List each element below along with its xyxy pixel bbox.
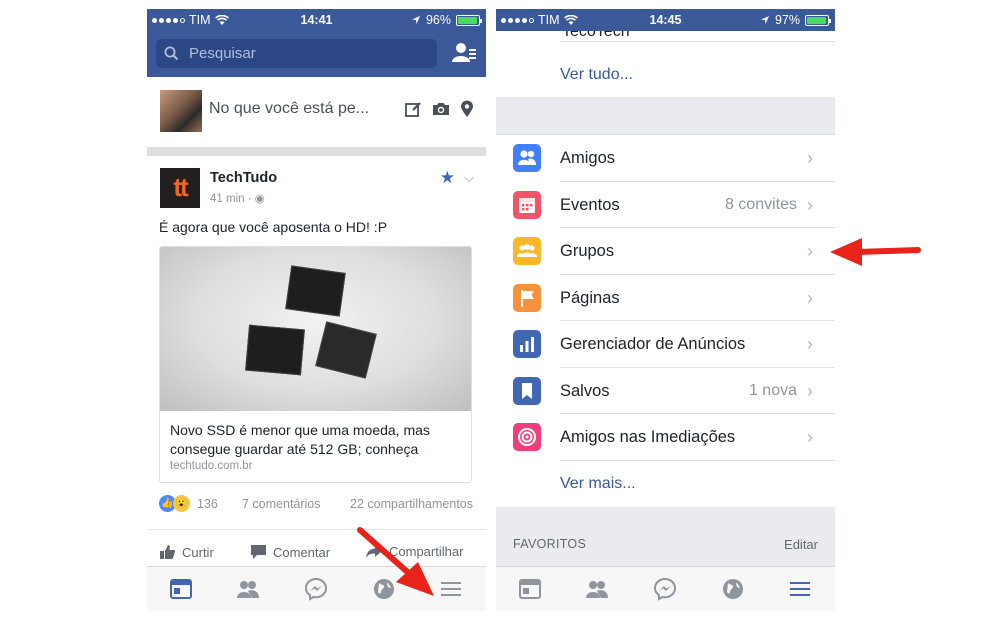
battery-icon — [456, 14, 482, 26]
menu-item-label: Páginas — [560, 288, 620, 307]
chevron-right-icon: › — [807, 287, 813, 308]
link-preview-image — [160, 247, 471, 411]
location-arrow-icon — [760, 16, 769, 24]
bar-chart-icon — [513, 330, 541, 358]
menu-item-amigos[interactable]: Amigos › — [496, 135, 835, 182]
comment-button[interactable]: Comentar — [250, 544, 330, 560]
nearby-icon — [513, 423, 541, 451]
comment-icon — [251, 545, 266, 559]
globe-small-icon: ◉ — [254, 193, 265, 205]
globe-notifications-tab-icon[interactable] — [721, 577, 745, 601]
friend-requests-icon[interactable] — [451, 40, 477, 66]
post-time: 41 min · ◉ — [210, 191, 265, 205]
menu-screen: TecoTech Ver tudo... TIM 14:45 97% Amigo — [496, 9, 835, 611]
link-preview-card[interactable]: Novo SSD é menor que uma moeda, mas cons… — [159, 246, 472, 483]
menu-tab-icon[interactable] — [788, 577, 812, 601]
post-time-text: 41 min · — [210, 193, 255, 205]
menu-item-label: Salvos — [560, 381, 610, 400]
groups-icon — [513, 237, 541, 265]
star-icon[interactable]: ★ — [440, 168, 455, 188]
calendar-icon — [513, 190, 541, 219]
edit-icon[interactable] — [405, 101, 422, 118]
like-label: Curtir — [182, 544, 214, 560]
menu-item-eventos[interactable]: Eventos 8 convites › — [496, 182, 835, 228]
menu-item-salvos[interactable]: Salvos 1 nova › — [496, 368, 835, 414]
battery-icon — [805, 14, 831, 26]
section-gap — [496, 97, 835, 135]
shortcuts-section: TecoTech Ver tudo... — [496, 23, 835, 97]
chevron-right-icon: › — [807, 194, 813, 215]
separator — [560, 41, 835, 42]
friends-tab-icon[interactable] — [585, 577, 609, 601]
page-logo[interactable]: tt — [160, 168, 200, 208]
composer-prompt: No que você está pe... — [209, 100, 370, 117]
messenger-tab-icon[interactable] — [653, 577, 677, 601]
menu-item-label: Amigos — [560, 149, 616, 167]
post-author[interactable]: TechTudo — [210, 170, 277, 186]
wow-reaction-icon: 😮 — [173, 495, 190, 512]
thumbs-up-icon — [160, 545, 176, 559]
menu-item-p-ginas[interactable]: Páginas › — [496, 275, 835, 321]
feed-divider — [147, 147, 486, 156]
reaction-count: 136 — [197, 497, 218, 511]
stage: TIM 14:41 96% Pesquisar No que você está… — [0, 0, 984, 622]
menu-item-label: Gerenciador de Anúncios — [560, 335, 746, 353]
status-composer[interactable]: No que você está pe... — [147, 77, 486, 147]
reactions-bar[interactable]: 👍 😮 136 7 comentários 22 compartilhament… — [159, 495, 474, 515]
search-input[interactable]: Pesquisar — [156, 39, 437, 68]
chevron-right-icon: › — [807, 148, 813, 168]
news-feed-tab-icon[interactable] — [518, 577, 542, 601]
chevron-right-icon: › — [807, 334, 813, 354]
menu-item-amigos-nas-imedia-es[interactable]: Amigos nas Imediações › — [496, 414, 835, 461]
top-bar: Pesquisar — [147, 31, 486, 77]
friends-icon — [513, 144, 541, 172]
news-feed-screen: TIM 14:41 96% Pesquisar No que você está… — [147, 9, 486, 611]
menu-item-gerenciador-de-an-ncios[interactable]: Gerenciador de Anúncios › — [496, 321, 835, 368]
battery-percent: 96% — [425, 13, 451, 27]
menu-item-count: 8 convites — [724, 195, 797, 213]
menu-item-label: Grupos — [560, 242, 615, 260]
location-pin-icon[interactable] — [460, 100, 474, 118]
friends-tab-icon[interactable] — [236, 577, 260, 601]
post-text: É agora que você aposenta o HD! :P — [159, 219, 388, 235]
comment-count[interactable]: 7 comentários — [242, 497, 321, 511]
chevron-right-icon: › — [807, 380, 813, 401]
see-more-link[interactable]: Ver mais... — [496, 461, 835, 507]
menu-item-label: Eventos — [560, 195, 620, 214]
favorites-title: FAVORITOS — [513, 537, 587, 551]
link-domain: techtudo.com.br — [170, 460, 253, 472]
search-icon — [164, 46, 179, 61]
bookmark-icon — [513, 376, 541, 405]
menu-item-label: Amigos nas Imediações — [560, 428, 736, 446]
red-arrow-down-icon — [357, 527, 434, 596]
messenger-tab-icon[interactable] — [304, 577, 328, 601]
chevron-right-icon: › — [807, 427, 813, 447]
menu-item-grupos[interactable]: Grupos › — [496, 228, 835, 275]
link-title: Novo SSD é menor que uma moeda, mas cons… — [170, 422, 430, 457]
like-button[interactable]: Curtir — [159, 544, 214, 560]
favorites-edit-button[interactable]: Editar — [784, 537, 818, 552]
chevron-down-icon[interactable]: ⌵ — [464, 170, 474, 186]
status-bar: TIM 14:41 96% — [147, 9, 486, 31]
favorites-header: FAVORITOS Editar — [496, 507, 835, 567]
see-more-label: Ver mais... — [560, 474, 636, 492]
flag-icon — [513, 283, 541, 312]
news-feed-tab-icon[interactable] — [169, 577, 193, 601]
menu-item-count: 1 nova — [748, 381, 797, 399]
red-arrow-left-icon — [830, 238, 921, 266]
avatar — [160, 90, 202, 132]
menu-tab-icon[interactable] — [439, 577, 463, 601]
search-placeholder: Pesquisar — [189, 45, 256, 62]
chevron-right-icon: › — [807, 241, 813, 261]
location-arrow-icon — [411, 16, 420, 24]
tab-bar — [496, 566, 835, 611]
see-all-link[interactable]: Ver tudo... — [560, 66, 633, 84]
menu-list: Amigos › Eventos 8 convites › Grupos › Páginas ›… — [496, 135, 835, 507]
battery-percent: 97% — [774, 13, 800, 27]
status-bar: TIM 14:45 97% — [496, 9, 835, 31]
comment-label: Comentar — [273, 544, 331, 560]
share-count[interactable]: 22 compartilhamentos — [350, 497, 473, 511]
camera-icon[interactable] — [431, 101, 451, 117]
